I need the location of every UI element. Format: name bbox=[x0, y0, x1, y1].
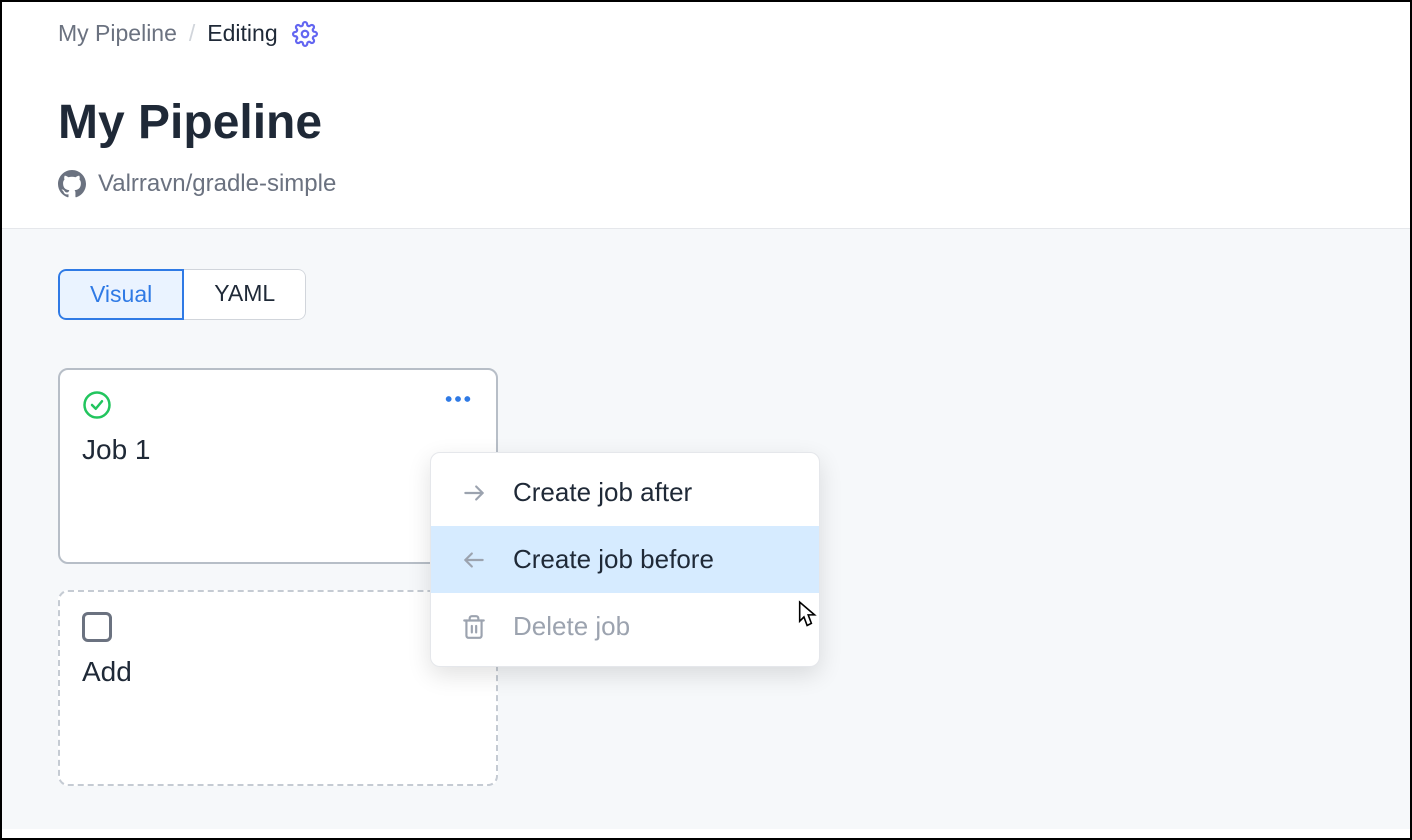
header-section: My Pipeline / Editing My Pipeline Valrra… bbox=[2, 2, 1410, 229]
tab-group: Visual YAML bbox=[58, 269, 306, 320]
menu-item-label: Delete job bbox=[513, 611, 630, 642]
github-icon bbox=[58, 170, 86, 198]
check-circle-icon bbox=[82, 390, 112, 420]
job-card-header bbox=[82, 390, 474, 420]
breadcrumb-current: Editing bbox=[207, 20, 277, 47]
gear-icon[interactable] bbox=[292, 21, 318, 47]
menu-create-job-after[interactable]: Create job after bbox=[431, 459, 819, 526]
breadcrumb-separator: / bbox=[189, 20, 195, 47]
arrow-left-icon bbox=[461, 547, 489, 573]
tab-visual[interactable]: Visual bbox=[58, 269, 184, 320]
page-title: My Pipeline bbox=[58, 95, 1354, 150]
tab-yaml[interactable]: YAML bbox=[184, 269, 306, 320]
more-horizontal-icon[interactable] bbox=[442, 390, 474, 408]
menu-item-label: Create job after bbox=[513, 477, 692, 508]
trash-icon bbox=[461, 614, 489, 640]
menu-create-job-before[interactable]: Create job before bbox=[431, 526, 819, 593]
menu-item-label: Create job before bbox=[513, 544, 714, 575]
add-job-label: Add bbox=[82, 656, 474, 688]
breadcrumb-root[interactable]: My Pipeline bbox=[58, 20, 177, 47]
job-context-menu: Create job after Create job before Delet… bbox=[430, 452, 820, 667]
menu-delete-job: Delete job bbox=[431, 593, 819, 660]
add-square-icon bbox=[82, 612, 112, 642]
job-title: Job 1 bbox=[82, 434, 474, 466]
repo-line: Valrravn/gradle-simple bbox=[58, 170, 1354, 198]
breadcrumb: My Pipeline / Editing bbox=[58, 20, 1354, 47]
repo-path[interactable]: Valrravn/gradle-simple bbox=[98, 170, 336, 198]
arrow-right-icon bbox=[461, 480, 489, 506]
